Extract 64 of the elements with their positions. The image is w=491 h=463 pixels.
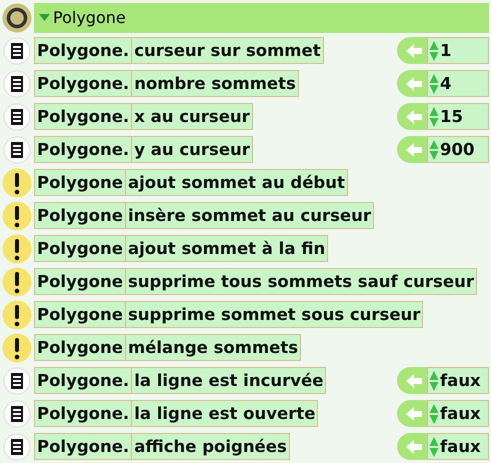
section-title: Polygone: [53, 8, 126, 27]
exclamation-icon: [2, 332, 32, 362]
property-block[interactable]: la ligne est incurvée: [131, 367, 326, 394]
spinner-icon[interactable]: [429, 106, 439, 128]
object-block[interactable]: Polygone: [34, 235, 125, 262]
exclamation-icon: [2, 300, 32, 330]
action-block[interactable]: mélange sommets: [124, 334, 302, 361]
object-block[interactable]: Polygone.: [34, 37, 132, 64]
list-icon: [3, 102, 31, 130]
ring-icon[interactable]: [2, 2, 32, 32]
object-block[interactable]: Polygone: [34, 169, 125, 196]
list-icon: [3, 136, 31, 164]
action-block[interactable]: ajout sommet à la fin: [124, 235, 328, 262]
left-arrow-icon: [405, 406, 423, 422]
value-field[interactable]: faux: [427, 400, 489, 427]
property-block[interactable]: y au curseur: [131, 136, 253, 163]
value-field[interactable]: 1: [427, 37, 489, 64]
spinner-icon[interactable]: [429, 370, 439, 392]
action-block[interactable]: ajout sommet au début: [124, 169, 348, 196]
object-block[interactable]: Polygone.: [34, 136, 132, 163]
left-arrow-icon: [405, 108, 423, 124]
left-arrow-icon: [405, 372, 423, 388]
action-block[interactable]: supprime tous sommets sauf curseur: [124, 268, 477, 295]
action-block[interactable]: supprime sommet sous curseur: [124, 301, 424, 328]
value-field[interactable]: 15: [427, 103, 489, 130]
spinner-icon[interactable]: [429, 436, 439, 458]
value-field[interactable]: faux: [427, 433, 489, 460]
object-block[interactable]: Polygone.: [34, 433, 132, 460]
action-block[interactable]: insère sommet au curseur: [124, 202, 374, 229]
left-arrow-icon: [405, 42, 423, 58]
object-block[interactable]: Polygone: [34, 202, 125, 229]
value-field[interactable]: 4: [427, 70, 489, 97]
list-icon: [3, 432, 31, 460]
property-block[interactable]: affiche poignées: [131, 433, 290, 460]
list-icon: [3, 70, 31, 98]
object-block[interactable]: Polygone: [34, 268, 125, 295]
expand-triangle-icon[interactable]: [39, 13, 50, 22]
spinner-icon[interactable]: [429, 402, 439, 424]
left-arrow-icon: [405, 76, 423, 92]
object-block[interactable]: Polygone.: [34, 70, 132, 97]
object-block[interactable]: Polygone: [34, 301, 125, 328]
object-block[interactable]: Polygone.: [34, 367, 132, 394]
object-block[interactable]: Polygone.: [34, 103, 132, 130]
property-block[interactable]: x au curseur: [131, 103, 253, 130]
exclamation-icon: [2, 234, 32, 264]
exclamation-icon: [2, 168, 32, 198]
property-block[interactable]: curseur sur sommet: [131, 37, 324, 64]
value-field[interactable]: faux: [427, 367, 489, 394]
left-arrow-icon: [405, 438, 423, 454]
property-block[interactable]: nombre sommets: [131, 70, 299, 97]
exclamation-icon: [2, 200, 32, 230]
list-icon: [3, 36, 31, 64]
spinner-icon[interactable]: [429, 72, 439, 94]
list-icon: [3, 366, 31, 394]
object-block[interactable]: Polygone: [34, 334, 125, 361]
spinner-icon[interactable]: [429, 138, 439, 160]
property-block[interactable]: la ligne est ouverte: [131, 400, 318, 427]
value-field[interactable]: 900: [427, 136, 489, 163]
list-icon: [3, 400, 31, 428]
exclamation-icon: [2, 266, 32, 296]
section-header[interactable]: Polygone: [34, 2, 489, 32]
spinner-icon[interactable]: [429, 40, 439, 62]
left-arrow-icon: [405, 142, 423, 158]
object-block[interactable]: Polygone.: [34, 400, 132, 427]
